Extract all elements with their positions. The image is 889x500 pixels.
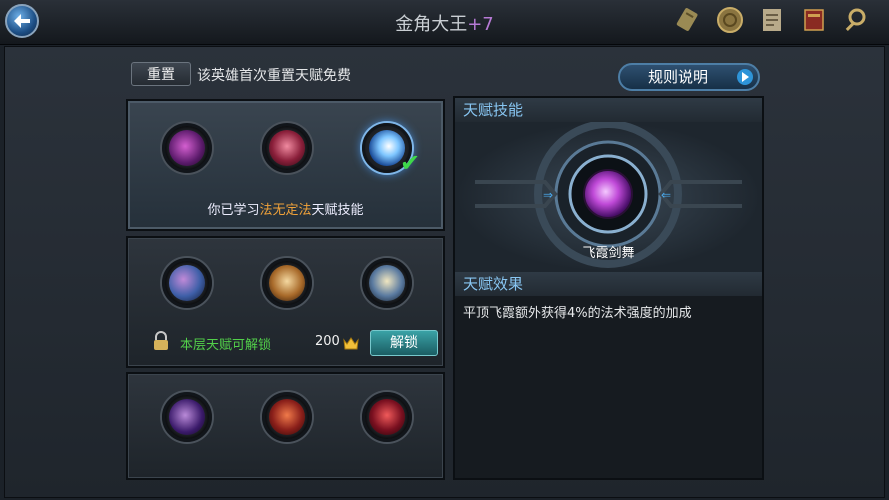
skill-section-header: 天赋技能 bbox=[455, 98, 762, 122]
lock-icon bbox=[152, 331, 170, 351]
unlock-button[interactable]: 解锁 bbox=[370, 330, 438, 356]
flying-cloud-skill-icon[interactable] bbox=[583, 169, 633, 219]
reset-button[interactable]: 重置 bbox=[131, 62, 191, 86]
learned-prefix: 你已学习 bbox=[207, 203, 260, 218]
unlock-hint: 本层天赋可解锁 bbox=[180, 338, 272, 353]
blade-skill-icon[interactable] bbox=[262, 123, 312, 173]
shadow-skill-icon[interactable] bbox=[162, 123, 212, 173]
effect-description: 平顶飞霞额外获得4%的法术强度的加成 bbox=[463, 306, 692, 321]
scroll-icon[interactable] bbox=[673, 5, 703, 35]
document-icon[interactable] bbox=[757, 5, 787, 35]
crown-icon bbox=[343, 335, 359, 350]
svg-text:⇐: ⇐ bbox=[661, 188, 671, 202]
learned-skill-name: 法无定法 bbox=[259, 203, 312, 218]
play-arrow-icon bbox=[737, 69, 753, 85]
sword-skill-icon[interactable] bbox=[362, 258, 412, 308]
talent-tier-3 bbox=[126, 372, 445, 480]
search-icon[interactable] bbox=[841, 5, 871, 35]
book-icon[interactable] bbox=[799, 5, 829, 35]
top-icon-bar bbox=[673, 5, 871, 35]
reset-note: 该英雄首次重置天赋免费 bbox=[197, 68, 351, 84]
check-icon: ✔ bbox=[400, 149, 421, 177]
fire-blade-skill-icon[interactable] bbox=[262, 392, 312, 442]
hero-name: 金角大王 bbox=[395, 14, 468, 35]
effect-section-header: 天赋效果 bbox=[455, 272, 762, 296]
svg-text:⇒: ⇒ bbox=[543, 188, 553, 202]
skill-emblem: ⇒ ⇐ 飞霞剑舞 bbox=[455, 122, 762, 272]
shadow-skill-icon[interactable] bbox=[162, 392, 212, 442]
talent-tier-1: ✔ 你已学习法无定法天赋技能 bbox=[126, 99, 445, 231]
unlock-cost: 200 bbox=[315, 334, 340, 349]
learned-suffix: 天赋技能 bbox=[311, 203, 364, 218]
rules-label: 规则说明 bbox=[648, 68, 709, 86]
rules-button[interactable]: 规则说明 bbox=[618, 63, 760, 91]
talent-detail-panel: 天赋技能 ⇒ ⇐ 飞霞剑舞 天赋效果 平顶飞霞额外获得4%的法术强度的加成 bbox=[453, 96, 764, 480]
wind-skill-icon[interactable] bbox=[162, 258, 212, 308]
strike-skill-icon[interactable] bbox=[262, 258, 312, 308]
coin-icon[interactable] bbox=[715, 5, 745, 35]
learned-message: 你已学习法无定法天赋技能 bbox=[128, 199, 443, 218]
hero-level: +7 bbox=[467, 14, 494, 35]
selected-skill-name: 飞霞剑舞 bbox=[582, 246, 635, 261]
flame-bird-skill-icon[interactable] bbox=[362, 392, 412, 442]
